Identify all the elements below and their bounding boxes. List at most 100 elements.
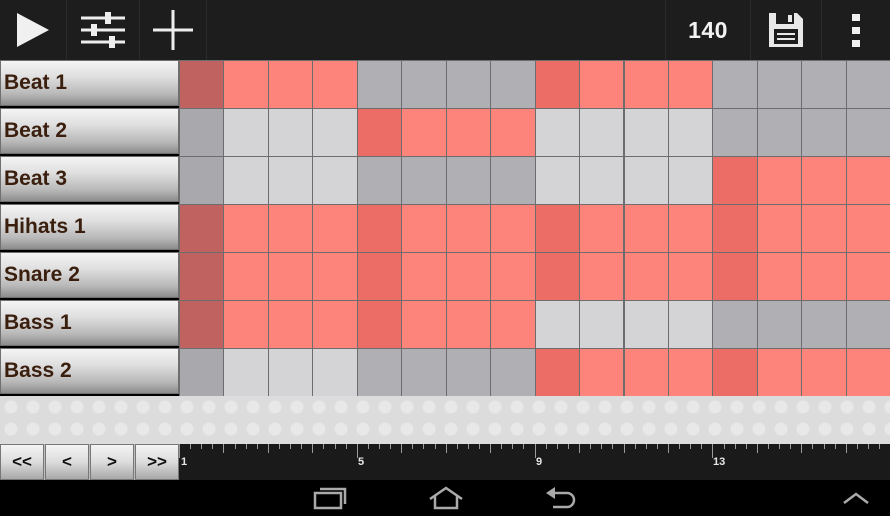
step-cell[interactable] [223, 108, 269, 157]
step-cell[interactable] [356, 204, 403, 253]
step-cell[interactable] [667, 204, 714, 253]
next-page-button[interactable]: > [90, 444, 134, 480]
save-button[interactable] [751, 0, 821, 60]
step-cell[interactable] [845, 348, 890, 397]
step-cell[interactable] [534, 60, 581, 109]
step-cell[interactable] [445, 348, 492, 397]
step-cell[interactable] [401, 60, 447, 109]
step-cell[interactable] [667, 252, 714, 301]
timeline-ruler[interactable]: 1 5 9 13 [179, 444, 890, 480]
back-button[interactable] [530, 480, 590, 516]
step-cell[interactable] [801, 60, 847, 109]
step-cell[interactable] [623, 60, 669, 109]
step-cell[interactable] [490, 348, 536, 397]
step-cell[interactable] [534, 156, 581, 205]
step-cell[interactable] [356, 108, 403, 157]
step-cell[interactable] [667, 108, 714, 157]
step-cell[interactable] [534, 252, 581, 301]
step-cell[interactable] [534, 348, 581, 397]
step-cell[interactable] [267, 348, 314, 397]
step-cell[interactable] [401, 204, 447, 253]
step-cell[interactable] [223, 60, 269, 109]
step-cell[interactable] [712, 204, 758, 253]
last-page-button[interactable]: >> [135, 444, 179, 480]
step-cell[interactable] [756, 300, 803, 349]
step-cell[interactable] [534, 108, 581, 157]
step-cell[interactable] [579, 204, 625, 253]
step-cell[interactable] [801, 204, 847, 253]
step-cell[interactable] [712, 60, 758, 109]
track-label-beat-1[interactable]: Beat 1 [0, 60, 179, 106]
step-cell[interactable] [801, 300, 847, 349]
track-label-bass-1[interactable]: Bass 1 [0, 300, 179, 346]
step-cell[interactable] [712, 348, 758, 397]
step-cell[interactable] [756, 204, 803, 253]
play-button[interactable] [0, 0, 66, 60]
step-cell[interactable] [223, 252, 269, 301]
track-label-beat-3[interactable]: Beat 3 [0, 156, 179, 202]
step-cell[interactable] [356, 252, 403, 301]
step-cell[interactable] [312, 252, 358, 301]
overflow-menu-button[interactable] [822, 0, 890, 60]
step-cell[interactable] [845, 300, 890, 349]
step-cell[interactable] [267, 108, 314, 157]
step-cell[interactable] [401, 108, 447, 157]
step-cell[interactable] [179, 156, 225, 205]
step-cell[interactable] [623, 156, 669, 205]
step-cell[interactable] [356, 348, 403, 397]
previous-page-button[interactable]: < [45, 444, 89, 480]
step-cell[interactable] [801, 108, 847, 157]
step-cell[interactable] [490, 300, 536, 349]
collapse-button[interactable] [828, 480, 884, 516]
bpm-display[interactable]: 140 [666, 0, 750, 60]
track-label-hihats-1[interactable]: Hihats 1 [0, 204, 179, 250]
step-cell[interactable] [845, 60, 890, 109]
step-cell[interactable] [312, 348, 358, 397]
step-cell[interactable] [356, 300, 403, 349]
step-cell[interactable] [667, 60, 714, 109]
track-label-bass-2[interactable]: Bass 2 [0, 348, 179, 394]
step-cell[interactable] [845, 252, 890, 301]
step-cell[interactable] [579, 156, 625, 205]
step-cell[interactable] [534, 300, 581, 349]
step-cell[interactable] [801, 252, 847, 301]
step-cell[interactable] [445, 252, 492, 301]
step-cell[interactable] [845, 204, 890, 253]
step-cell[interactable] [579, 252, 625, 301]
mixer-button[interactable] [67, 0, 139, 60]
step-cell[interactable] [756, 348, 803, 397]
step-cell[interactable] [179, 348, 225, 397]
step-cell[interactable] [623, 204, 669, 253]
step-cell[interactable] [623, 348, 669, 397]
step-cell[interactable] [267, 252, 314, 301]
step-cell[interactable] [756, 60, 803, 109]
step-cell[interactable] [490, 252, 536, 301]
step-cell[interactable] [756, 108, 803, 157]
step-cell[interactable] [179, 252, 225, 301]
step-cell[interactable] [267, 60, 314, 109]
step-cell[interactable] [579, 348, 625, 397]
step-cell[interactable] [445, 204, 492, 253]
step-cell[interactable] [356, 60, 403, 109]
step-cell[interactable] [267, 156, 314, 205]
step-cell[interactable] [223, 300, 269, 349]
step-cell[interactable] [579, 60, 625, 109]
step-cell[interactable] [312, 108, 358, 157]
step-cell[interactable] [223, 156, 269, 205]
step-cell[interactable] [490, 204, 536, 253]
add-track-button[interactable] [140, 0, 206, 60]
step-cell[interactable] [223, 204, 269, 253]
step-cell[interactable] [490, 156, 536, 205]
step-cell[interactable] [179, 108, 225, 157]
step-cell[interactable] [356, 156, 403, 205]
step-cell[interactable] [667, 300, 714, 349]
step-cell[interactable] [179, 60, 225, 109]
first-page-button[interactable]: << [0, 444, 44, 480]
step-cell[interactable] [490, 60, 536, 109]
step-cell[interactable] [534, 204, 581, 253]
step-cell[interactable] [401, 156, 447, 205]
step-cell[interactable] [445, 300, 492, 349]
home-button[interactable] [416, 480, 476, 516]
step-cell[interactable] [845, 156, 890, 205]
step-cell[interactable] [845, 108, 890, 157]
